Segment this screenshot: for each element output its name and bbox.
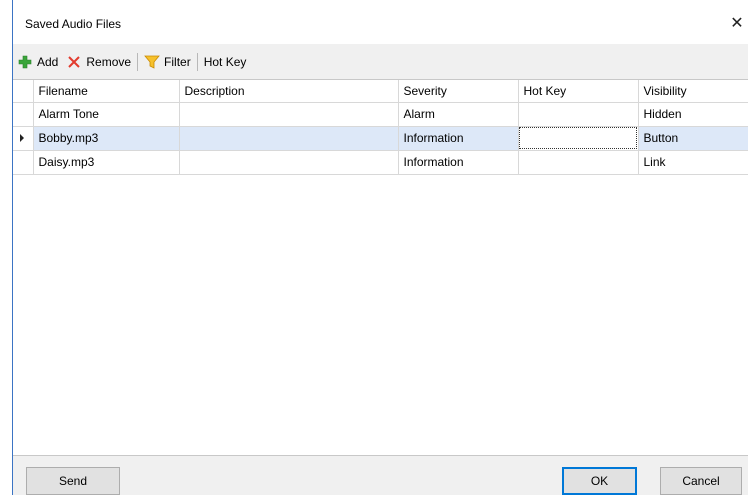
description-cell[interactable] [179, 102, 399, 127]
remove-label: Remove [86, 55, 132, 69]
severity-cell[interactable]: Information [398, 126, 519, 151]
column-header-filename[interactable]: Filename [33, 80, 180, 103]
description-cell[interactable] [179, 126, 399, 151]
funnel-icon [144, 54, 160, 70]
title-bar: Saved Audio Files ✕ [13, 0, 748, 44]
severity-cell[interactable]: Alarm [398, 102, 519, 127]
filter-button[interactable]: Filter [140, 51, 195, 73]
window-title: Saved Audio Files [25, 17, 122, 31]
add-label: Add [37, 55, 59, 69]
visibility-cell[interactable]: Button [638, 126, 748, 151]
close-button[interactable]: ✕ [726, 12, 748, 36]
toolbar-separator [196, 53, 198, 71]
add-button[interactable]: Add [13, 51, 62, 73]
row-header[interactable] [13, 126, 34, 151]
visibility-cell[interactable]: Hidden [638, 102, 748, 127]
filter-label: Filter [164, 55, 191, 69]
column-header-visibility[interactable]: Visibility [638, 80, 748, 103]
filename-cell[interactable]: Alarm Tone [33, 102, 180, 127]
filename-cell[interactable]: Daisy.mp3 [33, 150, 180, 175]
audio-files-table: Filename Description Severity Hot Key Vi… [13, 80, 748, 175]
filename-cell[interactable]: Bobby.mp3 [33, 126, 180, 151]
hotkey-cell[interactable] [518, 150, 639, 175]
description-cell[interactable] [179, 150, 399, 175]
send-button[interactable]: Send [26, 467, 120, 495]
dialog-window: Saved Audio Files ✕ Add Remove Filter Ho… [12, 0, 748, 495]
x-icon [66, 54, 82, 70]
visibility-cell[interactable]: Link [638, 150, 748, 175]
plus-icon [17, 54, 33, 70]
row-header[interactable] [13, 150, 34, 175]
cancel-button[interactable]: Cancel [660, 467, 742, 495]
column-header-description[interactable]: Description [179, 80, 399, 103]
table-row[interactable]: Daisy.mp3 Information Link [13, 150, 748, 175]
row-header[interactable] [13, 102, 34, 127]
audio-files-grid: Filename Description Severity Hot Key Vi… [13, 79, 748, 456]
row-header-corner [13, 80, 34, 103]
hotkey-cell[interactable] [518, 102, 639, 127]
hotkey-cell[interactable] [518, 126, 639, 151]
severity-cell[interactable]: Information [398, 150, 519, 175]
column-header-severity[interactable]: Severity [398, 80, 519, 103]
header-row: Filename Description Severity Hot Key Vi… [13, 80, 748, 103]
current-row-arrow-icon [20, 134, 24, 142]
remove-button[interactable]: Remove [62, 51, 135, 73]
table-row[interactable]: Bobby.mp3 Information Button [13, 126, 748, 151]
hotkey-button[interactable]: Hot Key [200, 51, 251, 73]
toolbar-separator [137, 53, 139, 71]
table-row[interactable]: Alarm Tone Alarm Hidden [13, 102, 748, 127]
ok-button[interactable]: OK [562, 467, 637, 495]
toolbar: Add Remove Filter Hot Key [13, 48, 748, 76]
hotkey-label: Hot Key [203, 55, 247, 69]
column-header-hotkey[interactable]: Hot Key [518, 80, 639, 103]
